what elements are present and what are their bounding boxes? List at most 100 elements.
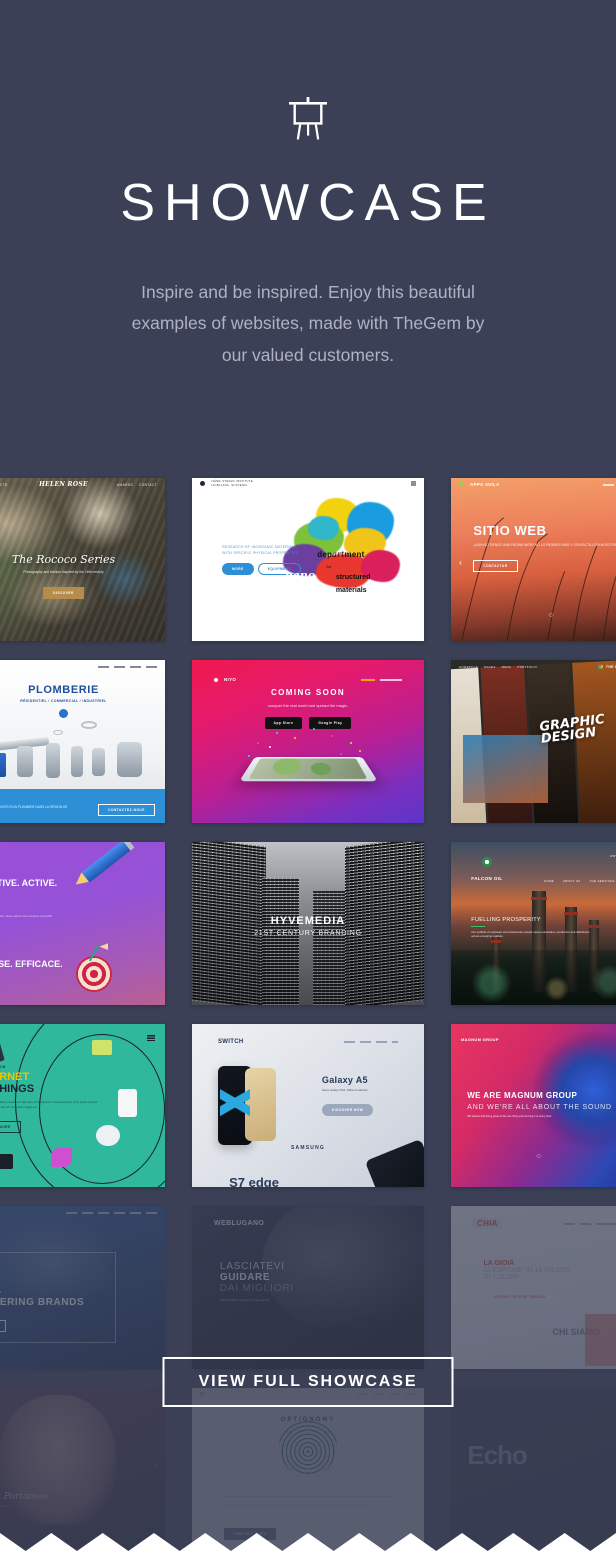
hero-heading-top: CREATIVE. ACTIVE.	[0, 877, 58, 888]
site-logo: magnum group	[461, 1037, 499, 1043]
site-topbar: switch	[192, 1035, 424, 1048]
site-topbar	[0, 1206, 165, 1219]
hero-subheading: Same Galaxy DNA. Different attitude.	[321, 1087, 369, 1092]
showcase-item-niyo-coming-soon[interactable]: Niyo COMING SOON conquer the real world …	[192, 660, 424, 823]
site-topbar: HOMEPAGEPAGES MENUPORTFOLIO THE DESIGN H…	[451, 660, 616, 673]
hero-word-for: for	[326, 564, 332, 570]
view-full-showcase-button[interactable]: VIEW FULL SHOWCASE	[162, 1357, 454, 1407]
hero-subheading: RÉSIDENTIEL / COMMERCIAL / INDUSTRIEL	[20, 698, 107, 703]
showcase-item-weblugano[interactable]: WebLugano LASCIATEVI GUIDARE DAI MIGLIOR…	[192, 1206, 424, 1369]
hero-heading: Echo	[467, 1440, 528, 1471]
hero-cta[interactable]: LEARN MORE	[0, 1120, 21, 1133]
hero-heading: Galaxy A5	[321, 1074, 368, 1085]
site-topbar: WebLugano	[192, 1217, 424, 1230]
hero-subheading: ¿AÚN NO TIENES UNA PÁGINA WEB? NO LO PIE…	[473, 542, 616, 547]
showcase-row: PARIS CREATIVE. ACTIVE. Agence créative …	[0, 842, 616, 1024]
site-logo: Apps Avila	[470, 482, 500, 487]
site-topbar: Apps Avila	[451, 478, 616, 491]
carousel-next-icon[interactable]: ›	[155, 1463, 157, 1470]
scroll-down-icon[interactable]: ⬭	[548, 613, 553, 620]
showcase-item-magnum-group[interactable]: magnum group WE ARE MAGNUM GROUP AND WE'…	[451, 1024, 616, 1187]
showcase-item-creative-active-agency[interactable]: PARIS CREATIVE. ACTIVE. Agence créative …	[0, 842, 165, 1005]
brand-label: SAMSUNG	[291, 1144, 325, 1151]
hero-heading: SITIO WEB	[473, 522, 547, 538]
hero-cta[interactable]: CONTACTAR	[473, 560, 518, 573]
apps-avila-logo-icon	[459, 481, 464, 488]
thumbnail-sitio-web: Apps Avila SITIO WEB ¿AÚN NO TIENES UNA …	[451, 478, 616, 641]
page-subtitle: Inspire and be inspired. Enjoy this beau…	[131, 281, 485, 366]
leaf-icon	[51, 1147, 72, 1168]
carousel-prev-icon[interactable]: ‹	[459, 558, 462, 567]
falcon-logo-icon	[481, 856, 492, 867]
hero-eyebrow: NEXT IS NOW	[0, 1064, 7, 1069]
watercolor-splash	[280, 497, 419, 599]
showcase-row: plombier PLOMBERIE RÉSIDENTIEL / COMMERC…	[0, 660, 616, 842]
smartwatch-icon	[118, 1089, 137, 1117]
easel-presentation-icon	[289, 97, 327, 140]
scroll-down-icon[interactable]: ⬭	[536, 1154, 541, 1161]
primary-button[interactable]: MORE	[222, 562, 254, 575]
thumbnail-chia: chia LA GIOIA SI ESPRIME IN 16 MILIONI D…	[451, 1206, 616, 1369]
tools-illustration	[0, 720, 153, 781]
nav-services[interactable]: THE SERVICES	[590, 879, 615, 883]
hero-cta[interactable]: DISCOVER NOW	[321, 1103, 374, 1116]
showcase-item-switch-galaxy[interactable]: switch Galaxy A5 Same Galaxy DNA. Differ…	[192, 1024, 424, 1187]
nav-about[interactable]: ABOUT US	[563, 879, 580, 883]
showcase-item-chia[interactable]: chia LA GIOIA SI ESPRIME IN 16 MILIONI D…	[451, 1206, 616, 1369]
hero-cta[interactable]: SCOPRI I NOSTRI SERVIZI	[483, 1290, 556, 1303]
thumbnail-magnum-group: magnum group WE ARE MAGNUM GROUP AND WE'…	[451, 1024, 616, 1187]
institute-logo-icon	[200, 481, 205, 486]
showcase-item-plomberie[interactable]: plombier PLOMBERIE RÉSIDENTIEL / COMMERC…	[0, 660, 165, 823]
thumbnail-falcon-oil: www.falconoil.com FALCON OIL HOME ABOUT …	[451, 842, 616, 1005]
showcase-item-the-rococo-series[interactable]: Helen Rose HOMEPROJECTS AWARDS CONTACT T…	[0, 478, 165, 641]
showcase-item-ola-agency[interactable]: OLA AGENCY EMPOWERING BRANDS GET STARTED	[0, 1206, 165, 1369]
zigzag-divider	[0, 1533, 616, 1551]
footer-cta[interactable]: CONTACTEZ-NOUS	[98, 804, 155, 817]
hero-word-materials: materials	[335, 587, 367, 595]
hero-body: RESEARCH OF INORGANIC MATERIALS WITH SPE…	[222, 544, 299, 555]
site-logo: chia	[473, 1218, 502, 1230]
hero-heading: Laura Portomeo	[0, 1492, 48, 1503]
hero-subheading-line1: SI ESPRIME IN 16 MILIONI	[483, 1266, 571, 1274]
showcase-item-falcon-oil[interactable]: www.falconoil.com FALCON OIL HOME ABOUT …	[451, 842, 616, 1005]
thumbnail-internet-of-things: NEXT IS NOW INTERNET OF THINGS Next is n…	[0, 1024, 165, 1187]
hero-heading: LA GIOIA	[483, 1259, 515, 1267]
hero-word-nano: nano	[284, 569, 316, 583]
site-topbar: PARIS	[0, 842, 165, 855]
site-topbar: chia	[451, 1217, 616, 1230]
hero-cta[interactable]: DISCOVER	[43, 587, 84, 600]
site-nav[interactable]	[603, 483, 616, 486]
hero-heading: COMING SOON	[270, 687, 346, 697]
play-button-icon[interactable]	[59, 708, 68, 718]
showcase-item-internet-of-things[interactable]: NEXT IS NOW INTERNET OF THINGS Next is n…	[0, 1024, 165, 1187]
page-title: SHOWCASE	[120, 174, 496, 232]
showcase-item-sitio-web[interactable]: Apps Avila SITIO WEB ¿AÚN NO TIENES UNA …	[451, 478, 616, 641]
dartboard-illustration	[75, 943, 112, 993]
hero-cta[interactable]: GET STARTED	[0, 1319, 6, 1332]
thumbnail-switch-galaxy: switch Galaxy A5 Same Galaxy DNA. Differ…	[192, 1024, 424, 1187]
accent-block	[585, 1313, 616, 1366]
menu-icon[interactable]	[411, 481, 416, 486]
google-play-badge[interactable]: Google Play	[309, 717, 352, 730]
nav-home[interactable]: HOME	[544, 879, 554, 883]
site-topbar: magnum group	[451, 1034, 616, 1047]
app-store-badge[interactable]: App Store	[264, 717, 303, 730]
showcase-item-graphic-design-house[interactable]: HOMEPAGEPAGES MENUPORTFOLIO THE DESIGN H…	[451, 660, 616, 823]
hamburger-menu-icon[interactable]	[146, 1035, 155, 1042]
hero-subheading: conquer the real world and spread the ma…	[267, 702, 349, 708]
hero-heading-line1: LASCIATEVI	[219, 1261, 285, 1273]
showcase-item-nano-structured-materials[interactable]: Jožef Stefan Institute Ljubljana, Sloveni…	[192, 478, 424, 641]
hero-subheading: Photography and fashion inspired by the …	[23, 569, 104, 574]
showcase-row: NEXT IS NOW INTERNET OF THINGS Next is n…	[0, 1024, 616, 1206]
niyo-logo-icon	[214, 677, 218, 682]
poster-tile	[463, 735, 549, 804]
site-topbar: Jožef Stefan Institute Ljubljana, Sloveni…	[192, 478, 424, 489]
showcase-page: SHOWCASE Inspire and be inspired. Enjoy …	[0, 0, 616, 1551]
hero-subheading-line2: DI COLORI	[483, 1273, 520, 1281]
hero-word-structured: structured	[335, 574, 371, 582]
site-topbar: Helen Rose HOMEPROJECTS AWARDS CONTACT	[0, 481, 157, 488]
thumbnail-weblugano: WebLugano LASCIATEVI GUIDARE DAI MIGLIOR…	[192, 1206, 424, 1369]
showcase-item-hyvemedia[interactable]: HYVEMEDIA 21ST CENTURY BRANDING	[192, 842, 424, 1005]
showcase-header: SHOWCASE Inspire and be inspired. Enjoy …	[0, 0, 616, 372]
thumbnail-plomberie: plombier PLOMBERIE RÉSIDENTIEL / COMMERC…	[0, 660, 165, 823]
